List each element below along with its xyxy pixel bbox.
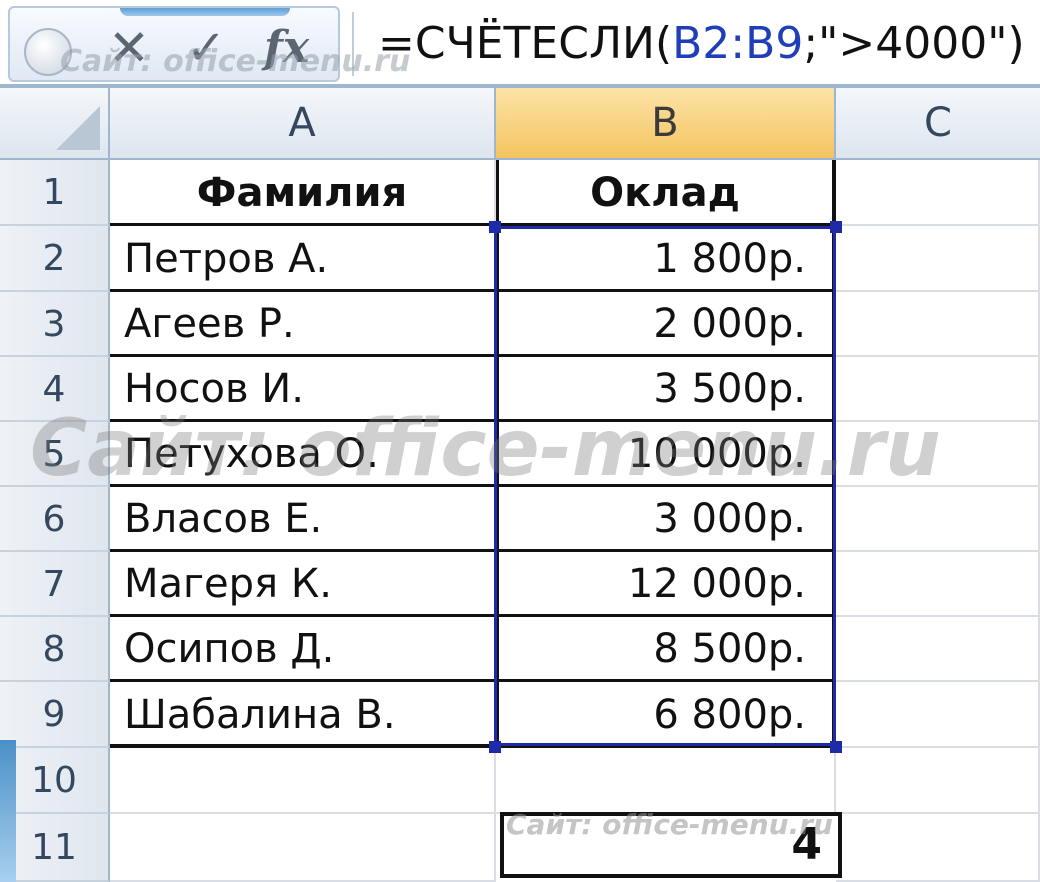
cell-empty[interactable] bbox=[836, 226, 1040, 292]
cell-empty[interactable] bbox=[110, 748, 496, 814]
cell-empty[interactable] bbox=[836, 487, 1040, 552]
result-cell-b11[interactable]: 4 bbox=[500, 812, 842, 878]
range-handle-top-right[interactable] bbox=[830, 221, 842, 233]
cell-surname[interactable]: Носов И. bbox=[110, 357, 496, 422]
name-box-dropdown-button[interactable] bbox=[24, 28, 72, 76]
cell-salary[interactable]: 1 800р. bbox=[496, 226, 836, 292]
row-header-9[interactable]: 9 bbox=[0, 682, 110, 748]
row-header-4[interactable]: 4 bbox=[0, 357, 110, 422]
row-header-3[interactable]: 3 bbox=[0, 292, 110, 357]
column-header-a[interactable]: A bbox=[110, 88, 496, 158]
range-handle-bottom-right[interactable] bbox=[830, 741, 842, 753]
cell-salary[interactable]: 2 000р. bbox=[496, 292, 836, 357]
row-header-11[interactable]: 11 bbox=[0, 814, 110, 882]
header-cell-surname[interactable]: Фамилия bbox=[110, 160, 496, 226]
cell-empty[interactable] bbox=[836, 552, 1040, 617]
formula-bar-separator bbox=[352, 12, 354, 76]
formula-input[interactable]: =СЧЁТЕСЛИ(B2:B9;">4000") bbox=[378, 12, 1025, 76]
header-cell-salary[interactable]: Оклад bbox=[496, 160, 836, 226]
cell-surname[interactable]: Петров А. bbox=[110, 226, 496, 292]
row-header-5[interactable]: 5 bbox=[0, 422, 110, 487]
select-all-triangle-icon bbox=[56, 106, 100, 150]
cell-surname[interactable]: Осипов Д. bbox=[110, 617, 496, 682]
formula-prefix: =СЧЁТЕСЛИ( bbox=[378, 18, 673, 69]
row-header-7[interactable]: 7 bbox=[0, 552, 110, 617]
range-handle-top-left[interactable] bbox=[489, 221, 501, 233]
insert-function-icon[interactable]: fx bbox=[264, 18, 309, 78]
row-header-2[interactable]: 2 bbox=[0, 226, 110, 292]
cell-empty[interactable] bbox=[110, 814, 496, 882]
cell-salary[interactable]: 10 000р. bbox=[496, 422, 836, 487]
cell-empty[interactable] bbox=[836, 748, 1040, 814]
cell-salary[interactable]: 3 000р. bbox=[496, 487, 836, 552]
formula-bar-tools: ✕ ✓ fx bbox=[8, 6, 340, 82]
formula-bar: ✕ ✓ fx =СЧЁТЕСЛИ(B2:B9;">4000") Сайт: of… bbox=[0, 0, 1040, 88]
formula-range-reference: B2:B9 bbox=[672, 18, 804, 69]
cell-surname[interactable]: Магеря К. bbox=[110, 552, 496, 617]
cell-surname[interactable]: Агеев Р. bbox=[110, 292, 496, 357]
cell-empty[interactable] bbox=[836, 814, 1040, 882]
cell-salary[interactable]: 8 500р. bbox=[496, 617, 836, 682]
cell-empty[interactable] bbox=[836, 682, 1040, 748]
formula-suffix: ;">4000") bbox=[803, 18, 1025, 69]
cancel-icon[interactable]: ✕ bbox=[108, 18, 150, 78]
cell-empty[interactable] bbox=[836, 292, 1040, 357]
select-all-button[interactable] bbox=[0, 88, 110, 158]
row-header-8[interactable]: 8 bbox=[0, 617, 110, 682]
column-header-b[interactable]: B bbox=[496, 88, 836, 158]
ribbon-edge bbox=[120, 8, 290, 16]
column-header-row: A B C bbox=[0, 88, 1040, 160]
row-header-10[interactable]: 10 bbox=[0, 748, 110, 814]
column-divider bbox=[496, 160, 499, 748]
cell-surname[interactable]: Петухова О. bbox=[110, 422, 496, 487]
cell-empty[interactable] bbox=[836, 357, 1040, 422]
cell-salary[interactable]: 3 500р. bbox=[496, 357, 836, 422]
enter-icon[interactable]: ✓ bbox=[186, 18, 226, 78]
cell-empty[interactable] bbox=[836, 160, 1040, 226]
cell-empty[interactable] bbox=[496, 748, 836, 814]
background-slide-edge bbox=[0, 740, 16, 882]
column-header-c[interactable]: C bbox=[836, 88, 1040, 158]
range-handle-bottom-left[interactable] bbox=[489, 741, 501, 753]
cell-salary[interactable]: 12 000р. bbox=[496, 552, 836, 617]
cell-surname[interactable]: Власов Е. bbox=[110, 487, 496, 552]
cell-empty[interactable] bbox=[836, 422, 1040, 487]
row-header-6[interactable]: 6 bbox=[0, 487, 110, 552]
cell-empty[interactable] bbox=[836, 617, 1040, 682]
cell-salary[interactable]: 6 800р. bbox=[496, 682, 836, 748]
cell-surname[interactable]: Шабалина В. bbox=[110, 682, 496, 748]
row-header-1[interactable]: 1 bbox=[0, 160, 110, 226]
